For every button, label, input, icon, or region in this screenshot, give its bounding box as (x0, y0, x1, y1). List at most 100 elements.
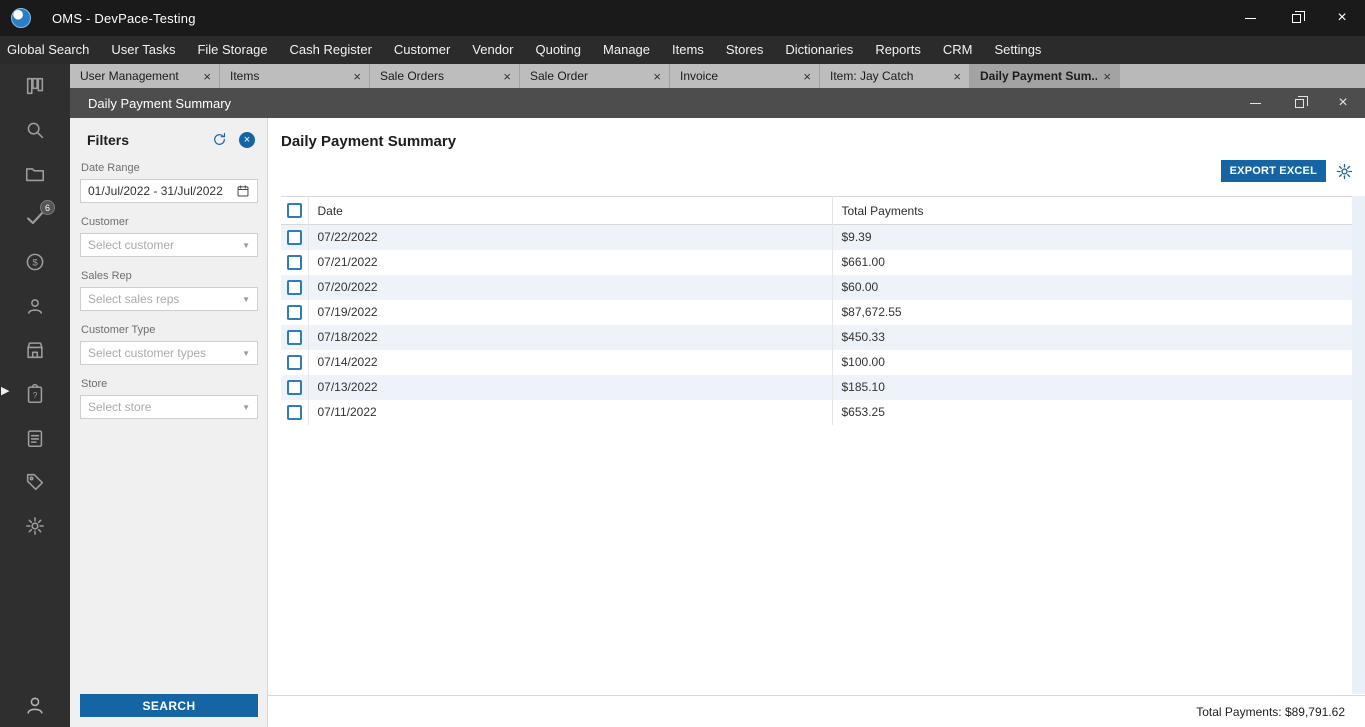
select-all-checkbox[interactable] (287, 203, 302, 219)
table-row[interactable]: 07/18/2022 $450.33 (281, 324, 1352, 350)
row-checkbox[interactable] (287, 229, 302, 245)
search-icon[interactable] (24, 119, 46, 141)
menu-item-file-storage[interactable]: File Storage (197, 36, 267, 64)
dashboard-icon[interactable] (24, 75, 46, 97)
inner-close-button[interactable]: × (1321, 88, 1365, 118)
row-checkbox[interactable] (287, 304, 302, 320)
tab-item-jay-catch[interactable]: Item: Jay Catch × (820, 64, 970, 88)
table-row[interactable]: 07/22/2022 $9.39 (281, 224, 1352, 250)
filter-label-sales-rep: Sales Rep (81, 270, 132, 282)
row-checkbox[interactable] (287, 354, 302, 370)
row-checkbox[interactable] (287, 329, 302, 345)
tab-daily-payment-sum[interactable]: Daily Payment Sum... × (970, 64, 1120, 88)
date-cell: 07/11/2022 (307, 399, 832, 425)
tab-close-icon[interactable]: × (953, 69, 961, 84)
total-payments-cell: $60.00 (831, 274, 1352, 300)
tab-sale-orders[interactable]: Sale Orders × (370, 64, 520, 88)
clipboard-list-icon[interactable] (24, 427, 46, 449)
store-icon[interactable] (24, 339, 46, 361)
select-placeholder: Select sales reps (88, 292, 180, 306)
sidebar-expander-arrow[interactable]: ▶ (1, 386, 9, 397)
customer-select[interactable]: Select customer ▼ (80, 233, 258, 257)
menu-item-stores[interactable]: Stores (726, 36, 764, 64)
menu-item-customer[interactable]: Customer (394, 36, 450, 64)
tab-sale-order[interactable]: Sale Order × (520, 64, 670, 88)
tab-user-management[interactable]: User Management × (70, 64, 220, 88)
filter-group-customer: Customer Select customer ▼ (80, 216, 258, 257)
tab-close-icon[interactable]: × (203, 69, 211, 84)
settings-icon[interactable] (24, 515, 46, 537)
menu-item-quoting[interactable]: Quoting (535, 36, 581, 64)
column-header-date[interactable]: Date (307, 196, 832, 225)
tags-icon[interactable] (24, 471, 46, 493)
footer-total-payments: Total Payments: $89,791.62 (1196, 704, 1345, 719)
filters-title: Filters (87, 131, 130, 148)
table-row[interactable]: 07/11/2022 $653.25 (281, 399, 1352, 425)
date-range-input[interactable]: 01/Jul/2022 - 31/Jul/2022 (80, 179, 258, 203)
store-select[interactable]: Select store ▼ (80, 395, 258, 419)
column-header-total-payments[interactable]: Total Payments (831, 196, 1352, 225)
tab-close-icon[interactable]: × (1103, 69, 1111, 84)
window-title: OMS - DevPace-Testing (52, 10, 196, 26)
contacts-icon[interactable] (24, 295, 46, 317)
refresh-icon[interactable] (211, 131, 228, 148)
minimize-icon (1244, 17, 1256, 19)
table-row[interactable]: 07/20/2022 $60.00 (281, 274, 1352, 300)
tasks-icon[interactable]: 6 (24, 200, 55, 229)
menu-item-crm[interactable]: CRM (943, 36, 973, 64)
table-settings-gear-icon[interactable] (1335, 162, 1354, 181)
payments-icon[interactable]: $ (24, 251, 46, 273)
row-checkbox[interactable] (287, 379, 302, 395)
menu-item-items[interactable]: Items (672, 36, 704, 64)
tab-items[interactable]: Items × (220, 64, 370, 88)
filter-fields: Date Range 01/Jul/2022 - 31/Jul/2022 Custo… (70, 162, 267, 419)
user-icon[interactable] (24, 694, 46, 716)
window-minimize-button[interactable] (1227, 0, 1273, 36)
menu-item-reports[interactable]: Reports (875, 36, 921, 64)
table-row[interactable]: 07/13/2022 $185.10 (281, 374, 1352, 400)
inner-minimize-button[interactable] (1233, 88, 1277, 118)
tab-label: Item: Jay Catch (830, 69, 914, 83)
date-cell: 07/13/2022 (307, 374, 832, 400)
menu-item-vendor[interactable]: Vendor (472, 36, 513, 64)
tab-bar: User Management × Items × Sale Orders × Sale O… (70, 64, 1365, 88)
tab-close-icon[interactable]: × (503, 69, 511, 84)
menu-item-dictionaries[interactable]: Dictionaries (785, 36, 853, 64)
close-icon: × (1337, 9, 1347, 26)
table-row[interactable]: 07/21/2022 $661.00 (281, 249, 1352, 275)
date-cell: 07/14/2022 (307, 349, 832, 375)
filter-group-sales-rep: Sales Rep Select sales reps ▼ (80, 270, 258, 311)
export-excel-button[interactable]: EXPORT EXCEL (1220, 160, 1326, 182)
restore-icon (1291, 10, 1305, 23)
menu-bar: Global Search User Tasks File Storage Cash … (0, 36, 1365, 64)
row-checkbox[interactable] (287, 254, 302, 270)
customer-type-select[interactable]: Select customer types ▼ (80, 341, 258, 365)
calendar-icon[interactable] (236, 184, 250, 198)
tab-close-icon[interactable]: × (353, 69, 361, 84)
menu-item-manage[interactable]: Manage (603, 36, 650, 64)
tab-close-icon[interactable]: × (653, 69, 661, 84)
window-restore-button[interactable] (1273, 0, 1319, 36)
date-cell: 07/21/2022 (307, 249, 832, 275)
folder-icon[interactable] (24, 163, 46, 185)
inner-restore-button[interactable] (1277, 88, 1321, 118)
close-filters-icon[interactable]: × (239, 131, 255, 148)
window-close-button[interactable]: × (1319, 0, 1365, 36)
table-row[interactable]: 07/14/2022 $100.00 (281, 349, 1352, 375)
table-row[interactable]: 07/19/2022 $87,672.55 (281, 299, 1352, 325)
sales-rep-select[interactable]: Select sales reps ▼ (80, 287, 258, 311)
tab-label: Daily Payment Sum... (980, 69, 1098, 83)
inner-window-controls: × (1233, 88, 1365, 118)
tab-invoice[interactable]: Invoice × (670, 64, 820, 88)
row-checkbox[interactable] (287, 279, 302, 295)
window-controls: × (1227, 0, 1365, 36)
row-checkbox[interactable] (287, 404, 302, 420)
table-scrollbar[interactable] (1352, 196, 1365, 694)
clipboard-question-icon[interactable]: ? (24, 383, 46, 405)
search-button[interactable]: SEARCH (80, 694, 258, 717)
menu-item-user-tasks[interactable]: User Tasks (111, 36, 175, 64)
menu-item-settings[interactable]: Settings (994, 36, 1041, 64)
menu-item-global-search[interactable]: Global Search (7, 36, 89, 64)
tab-close-icon[interactable]: × (803, 69, 811, 84)
menu-item-cash-register[interactable]: Cash Register (290, 36, 372, 64)
